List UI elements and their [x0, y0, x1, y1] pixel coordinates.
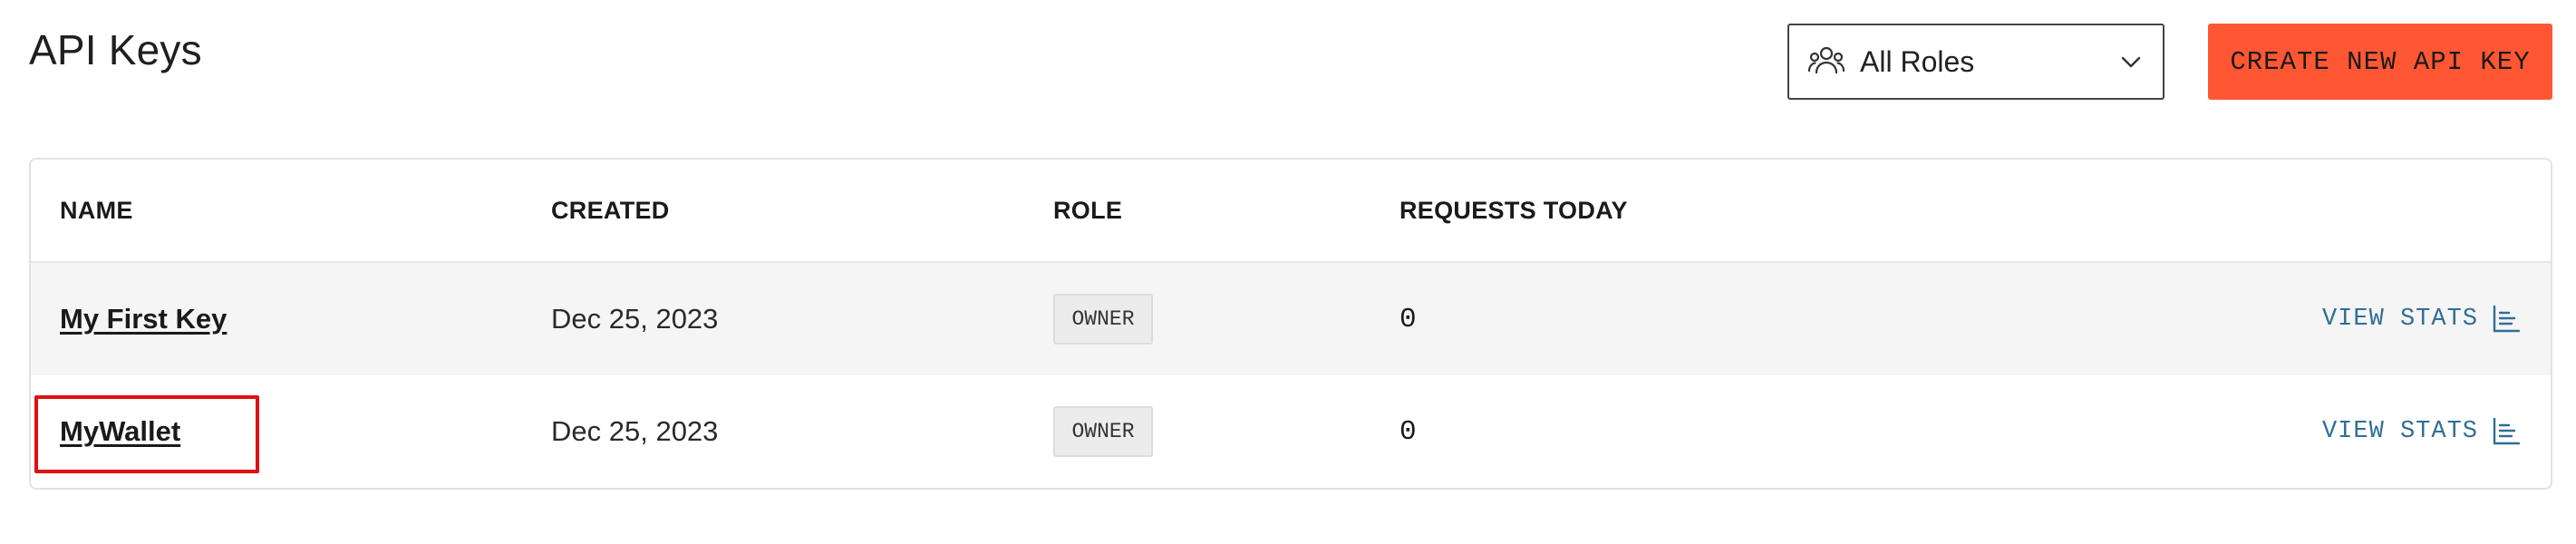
column-header-created: CREATED — [551, 196, 670, 224]
created-date: Dec 25, 2023 — [551, 415, 719, 447]
bar-chart-icon — [2491, 304, 2522, 335]
role-badge: OWNER — [1053, 294, 1153, 345]
column-header-name: NAME — [60, 196, 133, 224]
view-stats-link[interactable]: VIEW STATS — [2322, 416, 2522, 447]
requests-today-count: 0 — [1399, 415, 1417, 448]
view-stats-label: VIEW STATS — [2321, 306, 2478, 333]
table-header: NAME CREATED ROLE REQUESTS TODAY — [31, 160, 2551, 263]
view-stats-link[interactable]: VIEW STATS — [2322, 304, 2522, 335]
role-filter-select[interactable]: All Roles — [1787, 24, 2164, 100]
column-header-role: ROLE — [1053, 196, 1123, 224]
created-date: Dec 25, 2023 — [551, 303, 719, 335]
view-stats-label: VIEW STATS — [2321, 418, 2478, 445]
role-filter-value: All Roles — [1860, 44, 1975, 78]
role-badge: OWNER — [1053, 406, 1153, 457]
table-row: My First Key Dec 25, 2023 OWNER 0 VIEW S… — [31, 263, 2551, 375]
page-title: API Keys — [29, 26, 202, 73]
api-key-name-link[interactable]: MyWallet — [60, 415, 180, 448]
api-key-name-link[interactable]: My First Key — [60, 303, 227, 335]
create-api-key-button[interactable]: CREATE NEW API KEY — [2208, 24, 2552, 100]
people-icon — [1807, 43, 1845, 81]
bar-chart-icon — [2491, 416, 2522, 447]
chevron-down-icon — [2117, 48, 2145, 75]
api-keys-table: NAME CREATED ROLE REQUESTS TODAY My Firs… — [29, 158, 2552, 490]
table-row: MyWallet Dec 25, 2023 OWNER 0 VIEW STATS — [31, 375, 2551, 488]
requests-today-count: 0 — [1399, 303, 1417, 335]
column-header-requests-today: REQUESTS TODAY — [1399, 196, 1628, 224]
